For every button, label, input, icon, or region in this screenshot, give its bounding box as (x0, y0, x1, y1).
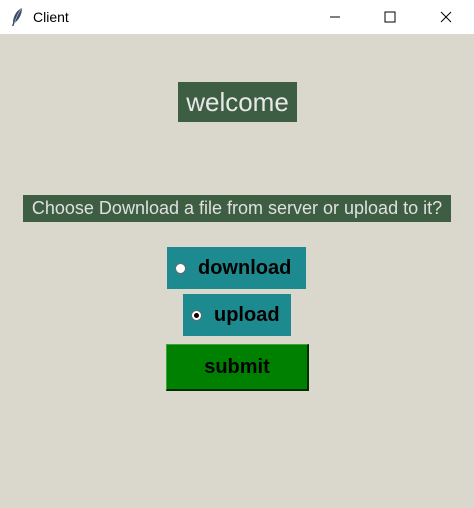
download-radio[interactable]: download (167, 247, 306, 289)
close-button[interactable] (423, 0, 469, 34)
minimize-icon (330, 16, 340, 18)
maximize-icon (384, 11, 396, 23)
download-radio-label: download (198, 256, 292, 279)
upload-radio-indicator[interactable] (191, 309, 202, 321)
client-window: Client welcome Choose Download a file fr… (0, 0, 474, 508)
upload-radio-label: upload (214, 303, 280, 326)
feather-icon (12, 7, 23, 26)
submit-button[interactable]: submit (166, 344, 309, 391)
close-icon (440, 11, 452, 23)
window-title: Client (33, 9, 69, 25)
prompt-label: Choose Download a file from server or up… (23, 195, 451, 222)
title-bar[interactable]: Client (0, 0, 474, 34)
upload-radio[interactable]: upload (183, 294, 291, 336)
download-radio-indicator[interactable] (175, 262, 186, 274)
welcome-label: welcome (178, 82, 297, 122)
minimize-button[interactable] (312, 0, 358, 34)
maximize-button[interactable] (367, 0, 413, 34)
